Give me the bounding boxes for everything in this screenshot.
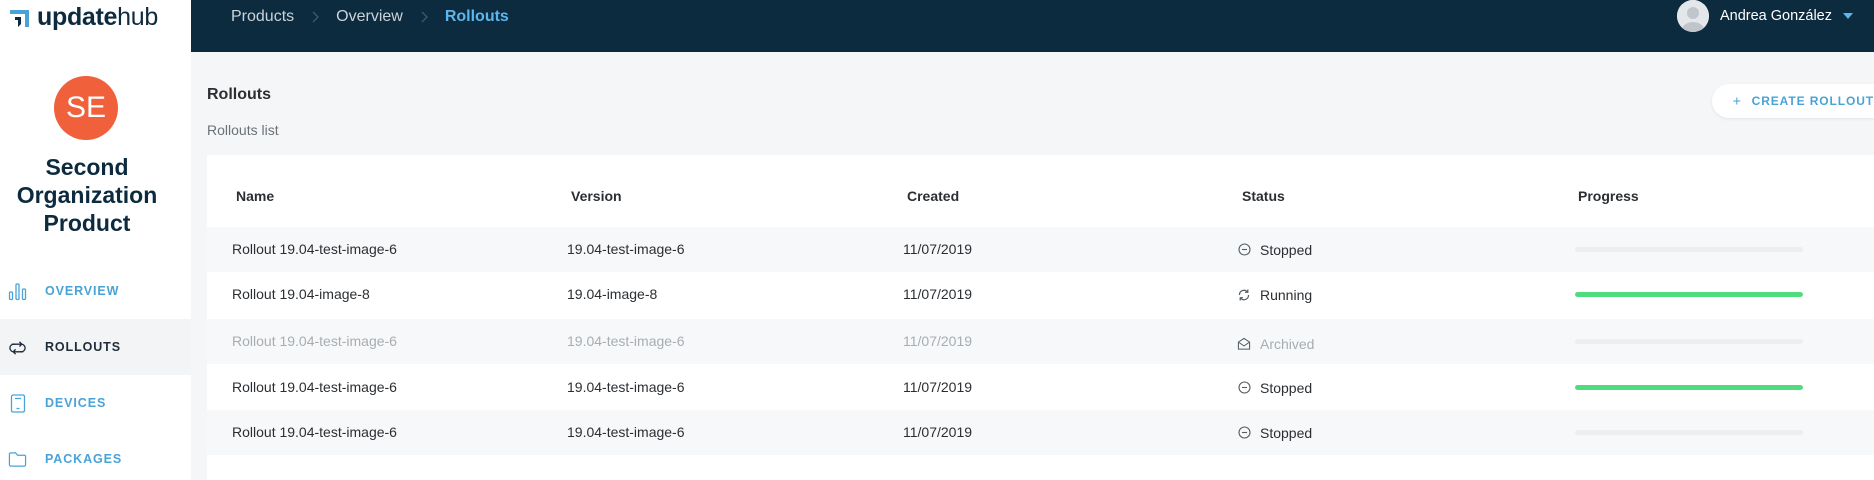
- rollouts-table: Name Version Created Status Progress Rol…: [207, 155, 1874, 480]
- table-row[interactable]: Rollout 19.04-image-8 19.04-image-8 11/07/…: [207, 272, 1874, 317]
- table-header: Name Version Created Status Progress: [207, 155, 1874, 227]
- user-name: Andrea González: [1719, 8, 1832, 24]
- progress-fill: [1575, 292, 1803, 297]
- rollout-version: 19.04-test-image-6: [567, 241, 685, 257]
- status-text: Stopped: [1260, 241, 1313, 258]
- running-icon: [1237, 288, 1251, 302]
- archived-icon: [1237, 337, 1251, 351]
- progress-bar: [1575, 430, 1803, 435]
- logo-text: updatehub: [37, 2, 158, 31]
- chevron-right-icon: [421, 11, 428, 22]
- rollout-version: 19.04-image-8: [567, 286, 658, 302]
- stopped-icon: [1237, 381, 1251, 395]
- rollout-status: Stopped: [1237, 365, 1312, 410]
- rollout-created: 11/07/2019: [903, 286, 973, 302]
- rollout-version: 19.04-test-image-6: [567, 333, 685, 349]
- rollout-name[interactable]: Rollout 19.04-test-image-6: [232, 410, 397, 455]
- folder-icon: [8, 450, 27, 469]
- rollout-status: Stopped: [1237, 410, 1312, 455]
- sidebar-item-rollouts[interactable]: ROLLOUTS: [0, 319, 191, 375]
- progress-bar: [1575, 339, 1803, 344]
- rollout-cycle-icon: [8, 338, 27, 357]
- column-header-progress: Progress: [1578, 188, 1639, 204]
- product-name: Second Organization Product: [16, 154, 158, 236]
- rollout-name[interactable]: Rollout 19.04-test-image-6: [232, 227, 397, 272]
- rollout-status: Stopped: [1237, 227, 1312, 272]
- progress-bar: [1575, 385, 1803, 390]
- plus-icon: [1733, 97, 1741, 105]
- stopped-icon: [1237, 426, 1251, 440]
- column-header-version[interactable]: Version: [571, 188, 622, 204]
- updatehub-logo-icon: [10, 9, 29, 27]
- breadcrumb: Products Overview Rollouts: [231, 0, 509, 33]
- column-header-created[interactable]: Created: [907, 188, 959, 204]
- top-bar: Products Overview Rollouts Andrea Gonzál…: [191, 0, 1874, 52]
- rollout-version: 19.04-test-image-6: [567, 424, 685, 440]
- product-avatar: SE: [54, 76, 118, 140]
- stopped-icon: [1237, 243, 1251, 257]
- sidebar-item-label: ROLLOUTS: [45, 340, 121, 354]
- status-text: Running: [1260, 286, 1313, 303]
- sidebar-nav: OVERVIEW ROLLOUTS DEVICES PACKAGES: [0, 263, 191, 480]
- table-row[interactable]: Rollout 19.04-test-image-6 19.04-test-ima…: [207, 365, 1874, 410]
- user-silhouette-icon: [1676, 0, 1709, 32]
- progress-bar: [1575, 292, 1803, 297]
- rollout-created: 11/07/2019: [903, 379, 973, 395]
- table-row[interactable]: Rollout 19.04-test-image-6 19.04-test-ima…: [207, 410, 1874, 455]
- sidebar-item-devices[interactable]: DEVICES: [0, 375, 191, 431]
- rollout-created: 11/07/2019: [903, 424, 973, 440]
- page-title: Rollouts: [207, 86, 271, 103]
- app-logo[interactable]: updatehub: [9, 0, 158, 34]
- rollout-created: 11/07/2019: [903, 241, 973, 257]
- rollout-name[interactable]: Rollout 19.04-test-image-6: [232, 365, 397, 410]
- user-menu[interactable]: Andrea González: [1676, 0, 1853, 32]
- sidebar-item-packages[interactable]: PACKAGES: [0, 431, 191, 480]
- page-subtitle: Rollouts list: [207, 122, 279, 138]
- breadcrumb-overview[interactable]: Overview: [336, 8, 403, 26]
- rollout-name[interactable]: Rollout 19.04-test-image-6: [232, 319, 397, 364]
- progress-bar: [1575, 247, 1803, 252]
- table-row[interactable]: Rollout 19.04-test-image-6 19.04-test-ima…: [207, 227, 1874, 272]
- breadcrumb-products[interactable]: Products: [231, 8, 294, 26]
- create-rollout-label: CREATE ROLLOUT: [1751, 94, 1874, 108]
- column-header-status[interactable]: Status: [1242, 188, 1285, 204]
- column-header-name[interactable]: Name: [236, 188, 274, 204]
- status-text: Stopped: [1260, 424, 1313, 441]
- product-avatar-initials: SE: [65, 91, 107, 124]
- chart-bars-icon: [8, 282, 27, 301]
- sidebar: updatehub SE Second Organization Product…: [0, 0, 191, 480]
- rollout-status: Running: [1237, 272, 1312, 317]
- status-text: Archived: [1260, 335, 1315, 352]
- breadcrumb-rollouts[interactable]: Rollouts: [445, 8, 509, 26]
- rollout-version: 19.04-test-image-6: [567, 379, 685, 395]
- table-row[interactable]: Rollout 19.04-test-image-6 19.04-test-ima…: [207, 319, 1874, 364]
- sidebar-item-overview[interactable]: OVERVIEW: [0, 263, 191, 319]
- caret-down-icon: [1843, 13, 1853, 19]
- avatar: [1676, 0, 1709, 32]
- rollout-status: Archived: [1237, 321, 1314, 366]
- status-text: Stopped: [1260, 379, 1313, 396]
- sidebar-item-label: OVERVIEW: [45, 284, 120, 298]
- rollout-created: 11/07/2019: [903, 333, 973, 349]
- sidebar-item-label: PACKAGES: [45, 452, 123, 466]
- chevron-right-icon: [312, 11, 320, 22]
- progress-fill: [1575, 385, 1803, 390]
- sidebar-item-label: DEVICES: [45, 396, 107, 410]
- device-icon: [8, 393, 27, 413]
- create-rollout-button[interactable]: CREATE ROLLOUT: [1712, 84, 1874, 118]
- rollout-name[interactable]: Rollout 19.04-image-8: [232, 272, 370, 317]
